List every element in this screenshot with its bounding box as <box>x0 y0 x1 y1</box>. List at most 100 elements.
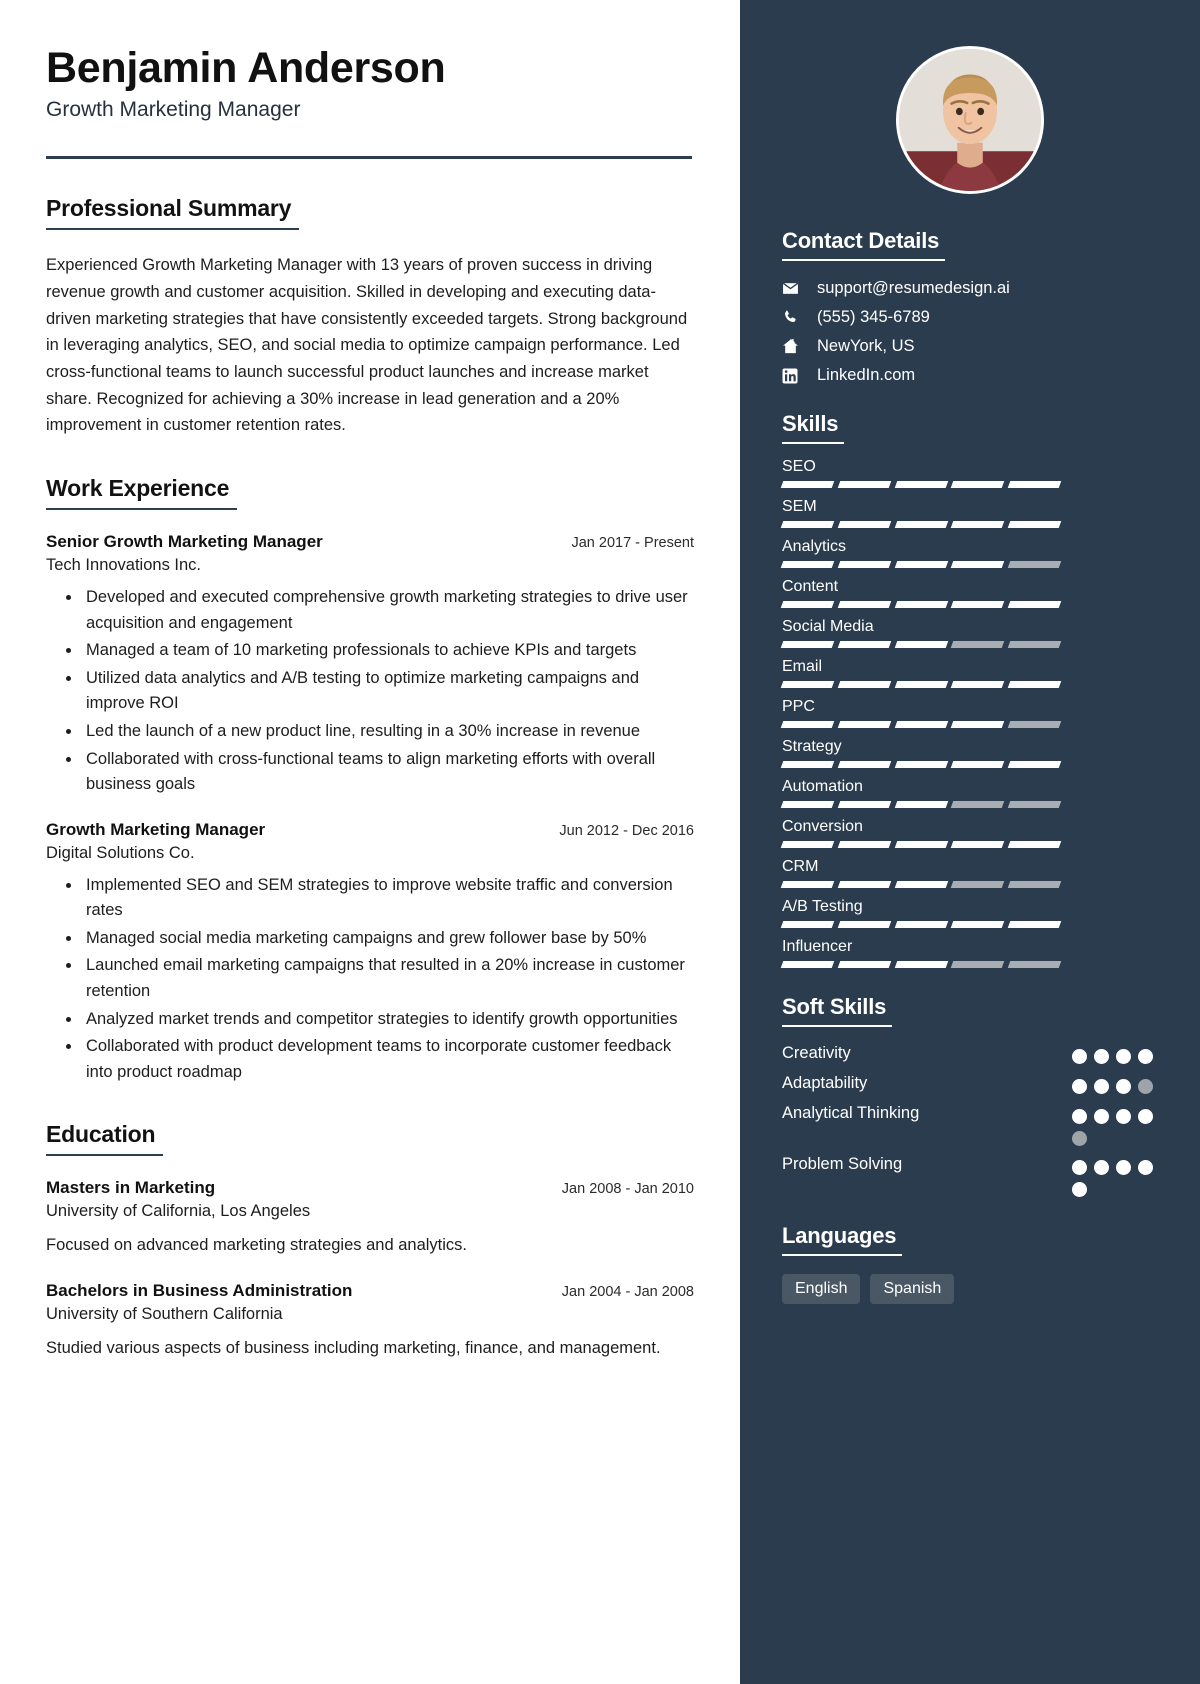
skills-list: SEO SEM Analytics Content Social Media Email P… <box>780 458 1158 968</box>
rating-dot <box>1138 1078 1153 1094</box>
soft-skill-row: Problem Solving <box>782 1154 1158 1197</box>
skill-bar-segment <box>780 881 835 888</box>
skill-bar-segment <box>837 881 891 888</box>
skill-item: CRM <box>780 858 1158 888</box>
skill-item: Influencer <box>780 938 1158 968</box>
skill-bar-segment <box>780 481 835 488</box>
contact-row[interactable]: support@resumedesign.ai <box>782 279 1158 298</box>
soft-skill-label: Creativity <box>782 1044 851 1062</box>
skill-level-bar <box>780 761 1062 768</box>
skill-bar-segment <box>837 961 891 968</box>
skill-bar-segment <box>1007 881 1062 888</box>
skill-bar-segment <box>951 881 1005 888</box>
skill-bar-segment <box>1007 961 1062 968</box>
skill-bar-segment <box>780 561 835 568</box>
skill-item: Social Media <box>780 618 1158 648</box>
skill-level-bar <box>780 681 1062 688</box>
skill-bar-segment <box>1007 721 1062 728</box>
work-entry-header: Senior Growth Marketing Manager Jan 2017 … <box>46 532 694 552</box>
skill-level-bar <box>780 881 1062 888</box>
soft-skill-label: Adaptability <box>782 1073 868 1092</box>
skill-label: Automation <box>782 778 863 795</box>
skill-item: SEO <box>780 458 1158 488</box>
skill-bar-segment <box>951 601 1005 608</box>
work-bullet-list: Developed and executed comprehensive gro… <box>46 585 694 798</box>
skill-bar-segment <box>1007 801 1062 808</box>
rating-dot <box>1072 1078 1087 1094</box>
skill-bar-segment <box>837 521 891 528</box>
contact-value: LinkedIn.com <box>817 366 916 384</box>
work-bullet: Launched email marketing campaigns that … <box>82 953 694 1004</box>
skill-item: Email <box>780 658 1158 688</box>
skill-bar-segment <box>1007 561 1062 568</box>
rating-dot <box>1094 1108 1109 1124</box>
skill-label: PPC <box>782 698 815 715</box>
language-tag[interactable]: English <box>782 1273 861 1304</box>
rating-dot <box>1116 1049 1131 1064</box>
skill-item: Automation <box>780 778 1158 808</box>
work-bullet: Developed and executed comprehensive gro… <box>82 585 694 636</box>
skill-item: Analytics <box>780 538 1158 568</box>
rating-dot <box>1072 1130 1087 1146</box>
work-company: Tech Innovations Inc. <box>46 556 202 575</box>
skill-bar-segment <box>837 561 891 568</box>
skill-bar-segment <box>780 921 835 928</box>
resume-page: Benjamin Anderson Growth Marketing Manag… <box>0 0 1200 1684</box>
skill-bar-segment <box>837 681 891 688</box>
education-school: University of California, Los Angeles <box>46 1202 311 1221</box>
work-entry-header: Growth Marketing Manager Jun 2012 - Dec 2… <box>46 820 694 840</box>
skill-level-bar <box>780 561 1062 568</box>
education-description: Studied various aspects of business incl… <box>46 1338 661 1357</box>
page-title: Benjamin Anderson <box>46 44 446 92</box>
education-section: Education Masters in Marketing Jan 2008 -… <box>46 1121 694 1361</box>
work-company: Digital Solutions Co. <box>46 843 195 862</box>
work-experience-section: Work Experience Senior Growth Marketing … <box>46 475 694 1085</box>
skill-level-bar <box>780 801 1062 808</box>
skill-bar-segment <box>780 521 835 528</box>
skill-label: Influencer <box>782 938 853 955</box>
skill-label: Analytics <box>782 538 847 555</box>
skill-bar-segment <box>1007 521 1062 528</box>
work-bullet: Implemented SEO and SEM strategies to im… <box>82 873 694 924</box>
skill-item: Strategy <box>780 738 1158 768</box>
job-title: Growth Marketing Manager <box>46 98 301 122</box>
soft-skills-section: Soft Skills Creativity Adaptability Analyt… <box>782 994 1158 1197</box>
rating-dot <box>1072 1159 1087 1175</box>
skill-item: SEM <box>780 498 1158 528</box>
education-entry: Masters in Marketing Jan 2008 - Jan 2010 U… <box>46 1178 694 1259</box>
skill-label: Social Media <box>782 618 874 635</box>
contact-row[interactable]: NewYork, US <box>782 337 1158 356</box>
summary-text: Experienced Growth Marketing Manager wit… <box>46 256 688 435</box>
skill-bar-segment <box>837 481 891 488</box>
education-degree: Masters in Marketing <box>46 1178 216 1198</box>
work-bullet: Collaborated with cross-functional teams… <box>82 747 694 798</box>
work-entry: Senior Growth Marketing Manager Jan 2017 … <box>46 532 694 798</box>
work-bullet: Managed a team of 10 marketing professio… <box>82 638 694 664</box>
skill-bar-segment <box>837 601 891 608</box>
skill-bar-segment <box>951 481 1005 488</box>
soft-skill-row: Creativity <box>782 1043 1158 1065</box>
soft-skill-row: Adaptability <box>782 1073 1158 1095</box>
skill-label: Email <box>782 658 823 675</box>
skill-bar-segment <box>837 841 891 848</box>
skill-bar-segment <box>780 841 835 848</box>
contact-row[interactable]: (555) 345-6789 <box>782 308 1158 327</box>
skill-bar-segment <box>1007 841 1062 848</box>
contact-row[interactable]: LinkedIn.com <box>782 366 1158 385</box>
work-dates: Jun 2012 - Dec 2016 <box>559 822 694 839</box>
skill-bar-segment <box>894 881 948 888</box>
rating-dot <box>1116 1078 1131 1094</box>
rating-dot <box>1138 1159 1153 1175</box>
language-tag-list: English Spanish <box>782 1273 1158 1304</box>
skill-bar-segment <box>894 801 948 808</box>
language-tag[interactable]: Spanish <box>870 1273 955 1304</box>
skill-bar-segment <box>951 961 1005 968</box>
skill-label: Conversion <box>782 818 863 835</box>
skill-level-bar <box>780 961 1062 968</box>
skill-label: A/B Testing <box>782 898 863 915</box>
skill-bar-segment <box>780 961 835 968</box>
section-heading-contact: Contact Details <box>782 228 946 261</box>
section-heading-languages: Languages <box>782 1223 903 1256</box>
skill-bar-segment <box>951 841 1005 848</box>
skill-bar-segment <box>837 921 891 928</box>
